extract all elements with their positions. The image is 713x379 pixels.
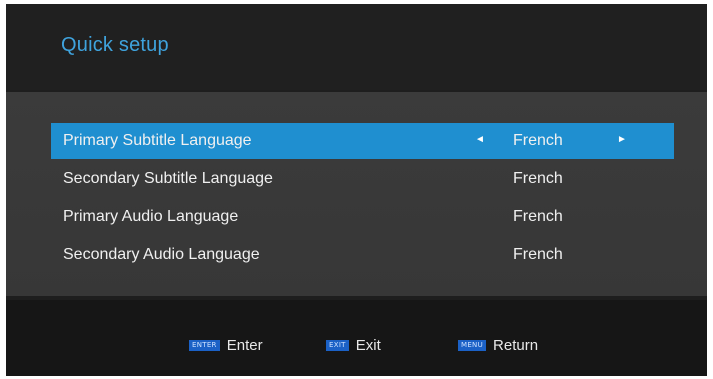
setting-value: French <box>513 132 563 149</box>
setting-value: French <box>513 208 563 225</box>
return-hint[interactable]: MENU Return <box>458 337 538 354</box>
hint-label: Return <box>493 337 539 354</box>
menu-key-icon: MENU <box>458 340 487 351</box>
setting-label: Primary Audio Language <box>63 208 239 225</box>
setting-row-secondary-subtitle-language[interactable]: Secondary Subtitle Language French <box>51 161 674 197</box>
left-arrow-icon[interactable]: ◄ <box>475 134 485 145</box>
footer-hints: ENTER Enter EXIT Exit MENU Return <box>6 300 707 376</box>
exit-key-icon: EXIT <box>326 340 349 351</box>
setting-label: Secondary Audio Language <box>63 246 260 263</box>
setting-label: Secondary Subtitle Language <box>63 170 273 187</box>
header: Quick setup <box>6 4 707 90</box>
enter-key-icon: ENTER <box>189 340 220 351</box>
setting-value: French <box>513 246 563 263</box>
setting-label: Primary Subtitle Language <box>63 132 252 149</box>
quick-setup-screen: Quick setup Primary Subtitle Language ◄ … <box>6 4 707 376</box>
exit-hint[interactable]: EXIT Exit <box>326 337 381 354</box>
setting-row-primary-audio-language[interactable]: Primary Audio Language French <box>51 199 674 235</box>
setting-row-secondary-audio-language[interactable]: Secondary Audio Language French <box>51 237 674 273</box>
right-arrow-icon[interactable]: ► <box>617 134 627 145</box>
enter-hint[interactable]: ENTER Enter <box>189 337 263 354</box>
page-title: Quick setup <box>61 34 169 56</box>
setting-value: French <box>513 170 563 187</box>
settings-list: Primary Subtitle Language ◄ French ► Sec… <box>6 92 707 296</box>
hint-label: Enter <box>226 337 263 354</box>
hint-label: Exit <box>355 337 381 354</box>
setting-row-primary-subtitle-language[interactable]: Primary Subtitle Language ◄ French ► <box>51 123 674 159</box>
